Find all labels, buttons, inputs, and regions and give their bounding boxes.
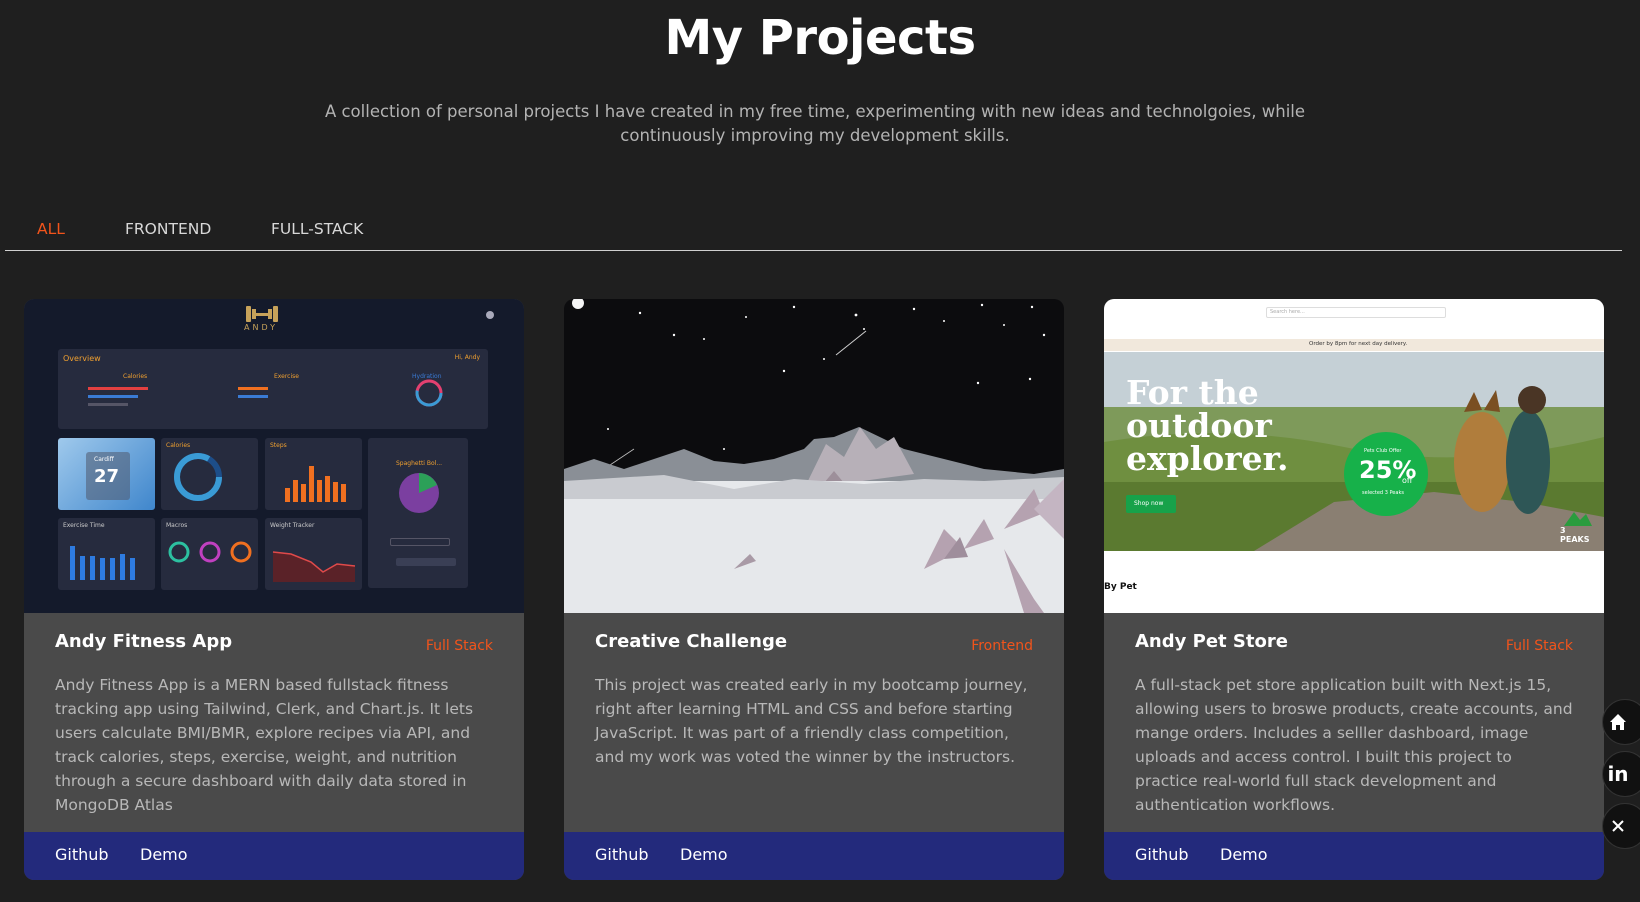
project-title: Creative Challenge xyxy=(595,631,788,652)
weight-tracker-label: Weight Tracker xyxy=(270,522,315,529)
hydration-ring xyxy=(413,377,445,413)
avatar-icon xyxy=(486,311,494,319)
tab-frontend[interactable]: FRONTEND xyxy=(125,220,211,238)
project-description: A full-stack pet store application built… xyxy=(1135,676,1573,814)
project-thumbnail-pet-store[interactable]: Search here... Order by 8pm for next day… xyxy=(1104,299,1604,613)
github-link[interactable]: Github xyxy=(595,845,649,864)
demo-link[interactable]: Demo xyxy=(1220,845,1268,864)
project-card-footer: Github Demo xyxy=(1104,832,1604,880)
weather-temp: 27 xyxy=(94,466,120,487)
fitness-brand: ANDY xyxy=(244,323,279,332)
project-card-footer: Github Demo xyxy=(564,832,1064,880)
github-link[interactable]: Github xyxy=(1135,845,1189,864)
project-description: This project was created early in my boo… xyxy=(595,676,1028,766)
project-thumbnail-mountains[interactable] xyxy=(564,299,1064,613)
close-icon xyxy=(1612,820,1624,832)
brand-badge-text: 3 PEAKS xyxy=(1560,526,1590,544)
macros-label: Macros xyxy=(166,522,188,529)
thumb-offer-badge: Pets Club Offer 25% off selected 3 Peaks xyxy=(1344,432,1428,516)
macros-panel: Macros xyxy=(161,518,258,590)
project-card-body: Creative Challenge Frontend This project… xyxy=(564,613,1064,832)
tab-full-stack[interactable]: FULL-STACK xyxy=(271,220,363,238)
project-category-badge: Full Stack xyxy=(425,638,493,654)
hero-headline-2: outdoor xyxy=(1126,406,1272,445)
thumb-shop-now-button: Shop now xyxy=(1126,495,1176,513)
hero-headline-3: explorer. xyxy=(1126,439,1289,478)
project-card-body: Andy Pet Store Full Stack A full-stack p… xyxy=(1104,613,1604,832)
overview-panel: Overview Hi, Andy Calories Exercise Hydr… xyxy=(58,349,488,429)
thumb-brand-badge: 3 PEAKS xyxy=(1560,508,1592,544)
weather-card: Cardiff 27 xyxy=(58,438,155,510)
exercise-time-panel: Exercise Time xyxy=(58,518,155,590)
calories-panel: Calories xyxy=(161,438,258,510)
close-button[interactable] xyxy=(1602,803,1640,849)
exercise-time-label: Exercise Time xyxy=(63,522,105,529)
steps-panel: Steps xyxy=(265,438,362,510)
project-description: Andy Fitness App is a MERN based fullsta… xyxy=(55,676,474,814)
hero-headline-1: For the xyxy=(1126,373,1259,412)
thumb-search-bar: Search here... xyxy=(1266,307,1446,318)
project-title: Andy Fitness App xyxy=(55,631,233,652)
offer-off: off xyxy=(1402,476,1413,485)
page-subtitle: A collection of personal projects I have… xyxy=(324,102,1306,145)
linkedin-button[interactable]: in xyxy=(1602,751,1640,797)
recipe-label: Spaghetti Bol... xyxy=(396,460,443,467)
overview-label: Overview xyxy=(63,354,101,363)
project-category-badge: Full Stack xyxy=(1505,638,1573,654)
project-card-fitness: ANDY Overview Hi, Andy Calories Exercise… xyxy=(24,299,524,880)
tab-all[interactable]: ALL xyxy=(37,220,65,238)
page-title: My Projects xyxy=(664,10,976,66)
home-button[interactable] xyxy=(1602,699,1640,745)
recipe-panel: Spaghetti Bol... xyxy=(368,438,468,588)
calories-panel-label: Calories xyxy=(166,442,191,449)
weather-city: Cardiff xyxy=(94,456,114,463)
thumb-footer-text: By Pet xyxy=(1104,582,1137,592)
offer-top-text: Pets Club Offer xyxy=(1364,448,1402,454)
linkedin-icon: in xyxy=(1607,762,1629,786)
demo-link[interactable]: Demo xyxy=(680,845,728,864)
project-title: Andy Pet Store xyxy=(1135,631,1288,652)
project-card-body: Andy Fitness App Full Stack Andy Fitness… xyxy=(24,613,524,832)
calories-section-label: Calories xyxy=(123,373,148,380)
offer-bottom-text: selected 3 Peaks xyxy=(1362,490,1404,496)
exercise-section-label: Exercise xyxy=(274,373,299,380)
project-thumbnail-fitness[interactable]: ANDY Overview Hi, Andy Calories Exercise… xyxy=(24,299,524,613)
github-link[interactable]: Github xyxy=(55,845,109,864)
home-icon xyxy=(1610,714,1626,730)
project-card-footer: Github Demo xyxy=(24,832,524,880)
weight-tracker-panel: Weight Tracker xyxy=(265,518,362,590)
thumb-hero: For the outdoor explorer. Shop now Pets … xyxy=(1104,352,1604,551)
project-category-badge: Frontend xyxy=(971,638,1033,654)
night-mountain-scene xyxy=(564,299,1064,613)
filter-tabs: ALL FRONTEND FULL-STACK xyxy=(5,218,1622,251)
thumb-search-placeholder: Search here... xyxy=(1270,309,1305,315)
thumb-shop-now-label: Shop now xyxy=(1134,500,1164,507)
demo-link[interactable]: Demo xyxy=(140,845,188,864)
thumb-announcement-bar: Order by 8pm for next day delivery. xyxy=(1104,339,1604,351)
steps-panel-label: Steps xyxy=(270,442,287,449)
thumb-announcement-text: Order by 8pm for next day delivery. xyxy=(1309,341,1408,347)
greeting-label: Hi, Andy xyxy=(454,354,480,361)
project-card-pet-store: Search here... Order by 8pm for next day… xyxy=(1104,299,1604,880)
project-card-creative-challenge: Creative Challenge Frontend This project… xyxy=(564,299,1064,880)
